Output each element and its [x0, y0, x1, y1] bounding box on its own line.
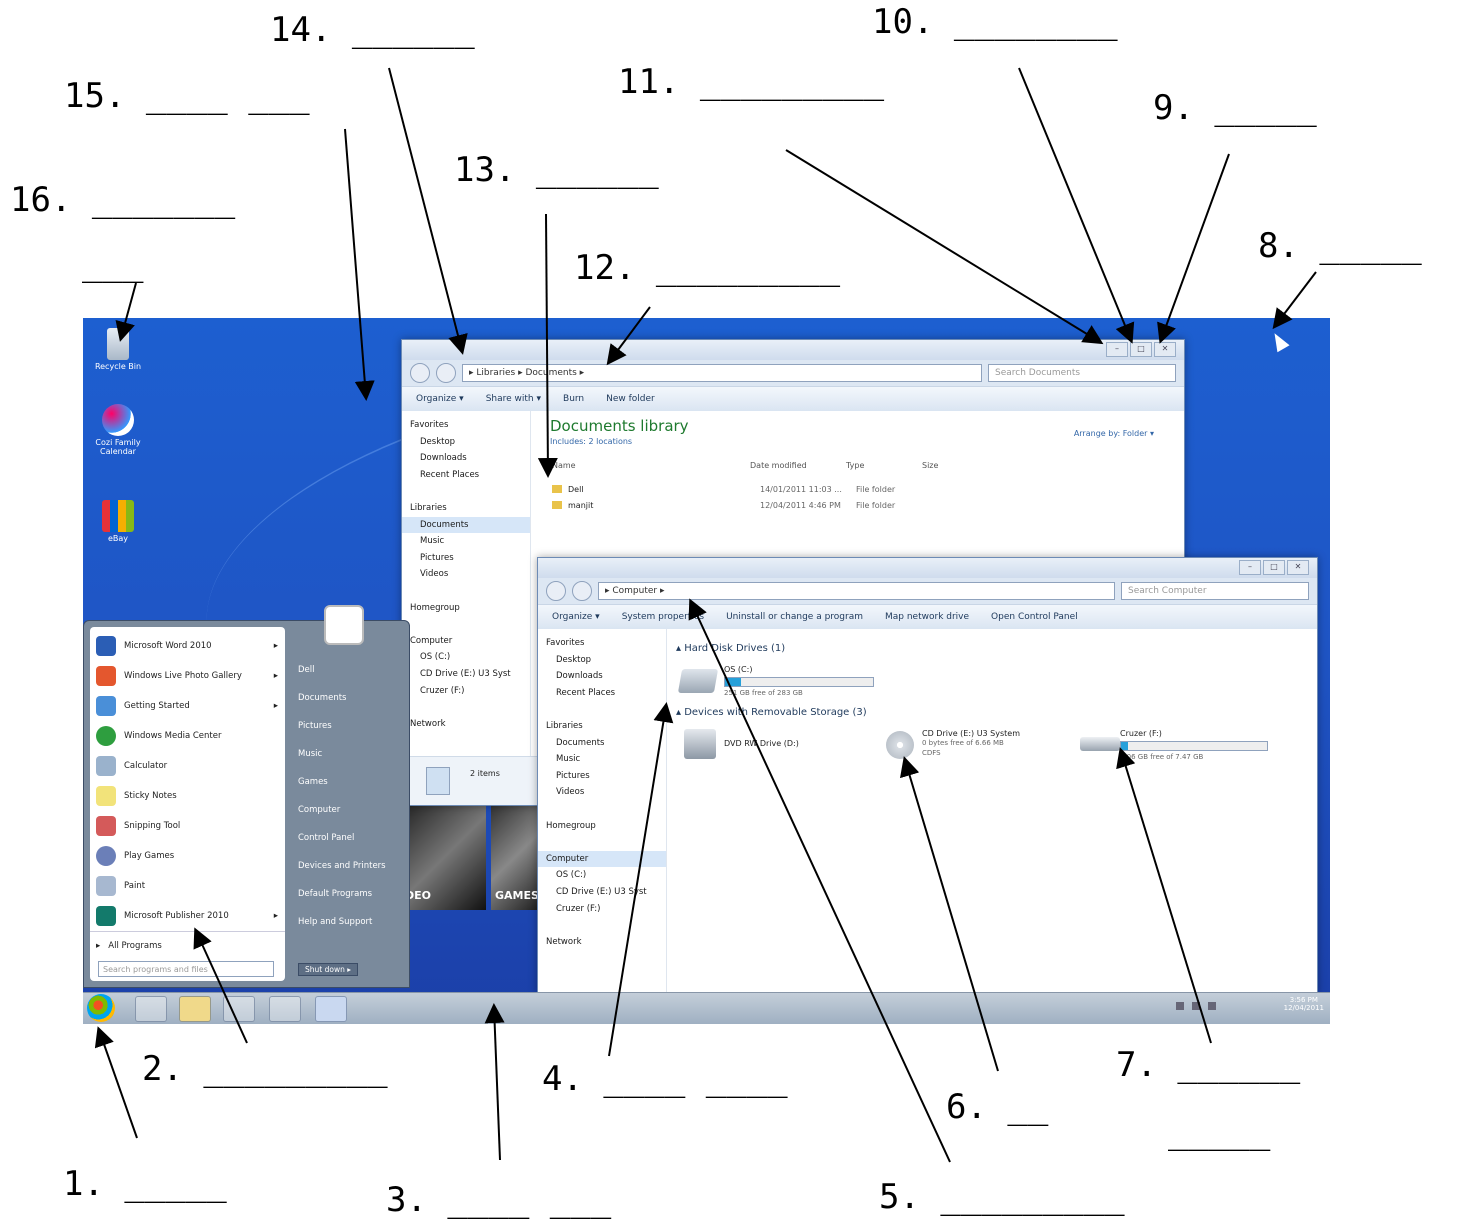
label-7-continued: _____ — [1168, 1112, 1271, 1152]
label-9: 9. _____ — [1153, 88, 1317, 128]
arrow-3 — [484, 1003, 505, 1161]
label-12: 12. _________ — [574, 248, 841, 288]
arrow-9 — [1157, 153, 1230, 344]
arrow-13 — [537, 213, 558, 478]
arrow-7 — [1116, 747, 1212, 1044]
label-5: 5. _________ — [879, 1177, 1125, 1217]
label-14: 14. ______ — [270, 10, 475, 50]
label-15: 15. ____ ___ — [64, 76, 310, 116]
label-16: 16. _______ — [10, 180, 236, 220]
arrow-8 — [1272, 271, 1317, 330]
arrow-10 — [1018, 67, 1135, 344]
arrow-6 — [900, 756, 999, 1072]
arrow-11 — [785, 149, 1104, 345]
label-7: 7. ______ — [1116, 1045, 1301, 1085]
arrow-4 — [608, 702, 674, 1057]
label-8: 8. _____ — [1258, 226, 1422, 266]
label-10: 10. ________ — [872, 2, 1118, 42]
arrow-16 — [115, 282, 137, 342]
label-3: 3. ____ ___ — [386, 1180, 612, 1220]
label-6: 6. __ — [946, 1087, 1049, 1127]
arrow-12 — [606, 306, 651, 366]
label-13: 13. ______ — [454, 150, 659, 190]
arrow-14 — [388, 67, 468, 355]
label-16-continued: ___ — [82, 244, 144, 284]
label-2: 2. _________ — [142, 1049, 388, 1089]
arrow-1 — [94, 1026, 138, 1139]
label-1: 1. _____ — [63, 1164, 227, 1204]
arrow-2 — [193, 927, 248, 1044]
arrow-15 — [344, 128, 375, 401]
label-4: 4. ____ ____ — [542, 1059, 788, 1099]
label-11: 11. _________ — [618, 62, 885, 102]
